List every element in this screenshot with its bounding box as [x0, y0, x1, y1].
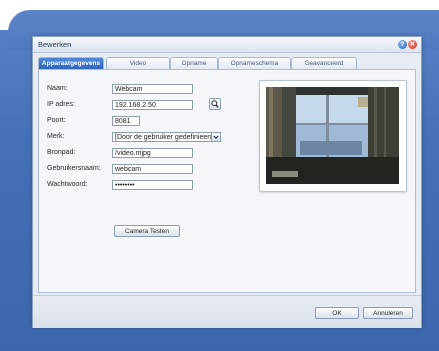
name-label: Naam: [47, 85, 68, 92]
ok-button[interactable]: OK [315, 307, 359, 319]
edit-dialog: Bewerken ? ✕ Apparaatgegevens Video Opna… [32, 36, 422, 328]
device-info-panel: Naam: Webcam IP adres: 192.168.2.50 Poor… [38, 69, 416, 293]
tab-bar: Apparaatgegevens Video Opname Opnamesche… [38, 57, 416, 70]
tab-opnameschema[interactable]: Opnameschema [218, 57, 291, 69]
tab-video[interactable]: Video [106, 57, 170, 69]
camera-preview-image [266, 87, 399, 184]
password-field[interactable]: •••••••• [112, 180, 193, 190]
source-path-field[interactable]: /video.mjpg [112, 148, 193, 158]
brand-select[interactable]: [Door de gebruiker gedefinieerd] [112, 132, 221, 142]
dialog-footer: OK Annuleren [33, 295, 421, 328]
search-icon [211, 100, 219, 108]
camera-test-button[interactable]: Camera Testen [114, 225, 180, 237]
dialog-titlebar[interactable]: Bewerken ? ✕ [33, 37, 421, 53]
username-field[interactable]: webcam [112, 164, 193, 174]
desktop-top-area [0, 0, 439, 50]
close-icon[interactable]: ✕ [408, 40, 417, 49]
dialog-title: Bewerken [38, 40, 72, 49]
search-button[interactable] [209, 98, 221, 110]
source-path-label: Bronpad: [47, 149, 76, 156]
port-label: Poort: [47, 117, 66, 124]
brand-label: Merk: [47, 133, 65, 140]
camera-preview-frame [259, 80, 407, 192]
ip-address-field[interactable]: 192.168.2.50 [112, 100, 193, 110]
tab-opname[interactable]: Opname [170, 57, 218, 69]
port-field[interactable]: 8081 [112, 116, 140, 126]
tab-geavanceerd[interactable]: Geavanceerd [291, 57, 357, 69]
help-icon[interactable]: ? [398, 40, 407, 49]
password-label: Wachtwoord: [47, 181, 88, 188]
ip-label: IP adres: [47, 101, 75, 108]
brand-select-value: [Door de gebruiker gedefinieerd] [115, 134, 216, 141]
name-field[interactable]: Webcam [112, 84, 193, 94]
chevron-down-icon[interactable] [211, 133, 220, 141]
cancel-button[interactable]: Annuleren [363, 307, 413, 319]
username-label: Gebruikersnaam: [47, 165, 101, 172]
